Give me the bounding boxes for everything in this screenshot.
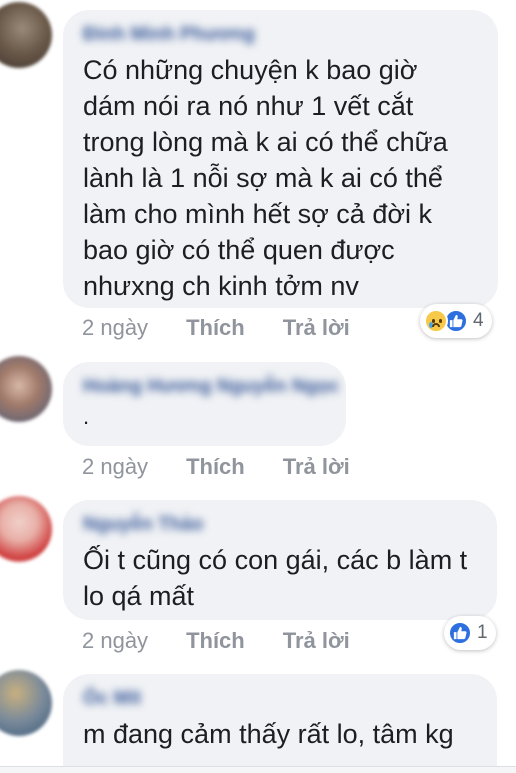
comment-bubble: Nguyễn Thảo Ối t cũng có con gái, các b … bbox=[63, 500, 497, 620]
reaction-summary[interactable]: 1 bbox=[444, 616, 496, 650]
comment-bubble: Đinh Minh Phương Có những chuyện k bao g… bbox=[63, 10, 498, 308]
comment-actions: 2 ngày Thích Trả lời bbox=[82, 628, 350, 654]
avatar[interactable] bbox=[0, 496, 52, 562]
reply-button[interactable]: Trả lời bbox=[283, 315, 350, 341]
like-button[interactable]: Thích bbox=[186, 454, 245, 480]
comment-bubble: Ốc Mít m đang cảm thấy rất lo, tâm kg bbox=[63, 674, 497, 773]
comment-bubble: Hoàng Hương Nguyễn Ngọc . bbox=[63, 362, 346, 446]
comment-text: m đang cảm thấy rất lo, tâm kg bbox=[83, 719, 454, 749]
comment-author[interactable]: Ốc Mít bbox=[83, 688, 141, 710]
comment-composer-edge bbox=[0, 766, 516, 773]
comment-actions: 2 ngày Thích Trả lời bbox=[82, 454, 350, 480]
like-button[interactable]: Thích bbox=[186, 628, 245, 654]
comment-author[interactable]: Hoàng Hương Nguyễn Ngọc bbox=[83, 376, 339, 398]
like-button[interactable]: Thích bbox=[186, 315, 245, 341]
reply-button[interactable]: Trả lời bbox=[283, 628, 350, 654]
avatar[interactable] bbox=[0, 670, 52, 736]
like-icon bbox=[448, 621, 472, 645]
reaction-count: 1 bbox=[477, 622, 488, 643]
reaction-count: 4 bbox=[473, 310, 484, 331]
comment-thread: Đinh Minh Phương Có những chuyện k bao g… bbox=[0, 0, 516, 773]
comment-author[interactable]: Đinh Minh Phương bbox=[83, 24, 255, 46]
comment-text: Có những chuyện k bao giờ dám nói ra nó … bbox=[83, 55, 448, 301]
sad-icon bbox=[424, 309, 448, 333]
avatar[interactable] bbox=[0, 356, 52, 422]
comment-timestamp[interactable]: 2 ngày bbox=[82, 628, 148, 654]
avatar[interactable] bbox=[0, 2, 52, 68]
comment-actions: 2 ngày Thích Trả lời bbox=[82, 315, 350, 341]
reaction-summary[interactable]: 4 bbox=[420, 304, 492, 338]
comment-timestamp[interactable]: 2 ngày bbox=[82, 315, 148, 341]
reply-button[interactable]: Trả lời bbox=[283, 454, 350, 480]
comment-author[interactable]: Nguyễn Thảo bbox=[83, 514, 203, 536]
comment-text: Ối t cũng có con gái, các b làm t lo qá … bbox=[83, 545, 468, 611]
comment-timestamp[interactable]: 2 ngày bbox=[82, 454, 148, 480]
comment-text: . bbox=[83, 404, 90, 429]
